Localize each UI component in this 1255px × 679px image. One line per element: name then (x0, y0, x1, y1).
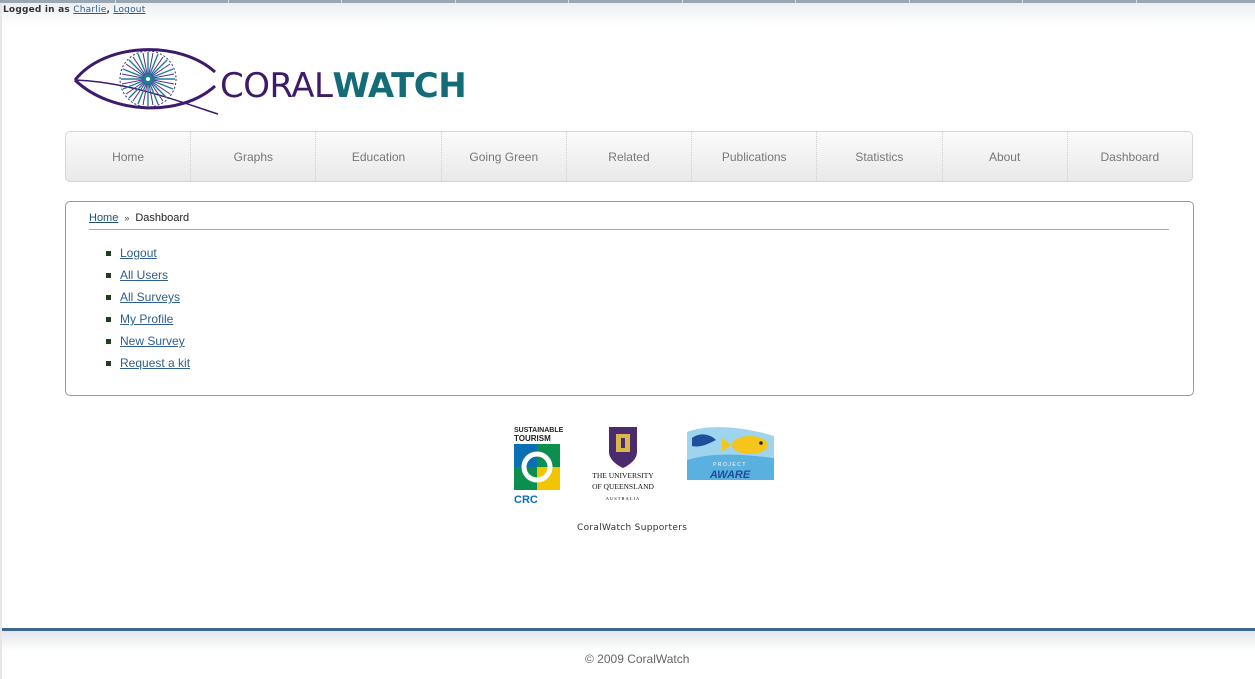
supporters-logos: SUSTAINABLE TOURISM CRC THE UNIVERSITY O… (512, 424, 782, 508)
user-link[interactable]: Charlie (73, 5, 106, 15)
supporter-logos-graphic: SUSTAINABLE TOURISM CRC THE UNIVERSITY O… (514, 427, 774, 506)
my-profile-link[interactable]: My Profile (120, 312, 173, 326)
logout-link[interactable]: Logout (113, 5, 145, 15)
uq-line1-text: THE UNIVERSITY (592, 471, 654, 480)
crc-logo[interactable]: SUSTAINABLE TOURISM CRC (514, 427, 564, 506)
brand-part1: CORAL (220, 66, 333, 106)
site-logo[interactable]: CORALWATCH (70, 42, 467, 118)
nav-item-going-green[interactable]: Going Green (440, 132, 566, 181)
list-item: All Surveys (106, 286, 190, 308)
all-surveys-link[interactable]: All Surveys (120, 290, 180, 304)
nav-item-publications[interactable]: Publications (691, 132, 816, 181)
breadcrumb-home-link[interactable]: Home (89, 212, 118, 224)
new-survey-link[interactable]: New Survey (120, 334, 185, 348)
list-item: New Survey (106, 330, 190, 352)
login-status: Logged in as Charlie, Logout (3, 5, 145, 15)
logout-dashboard-link[interactable]: Logout (120, 246, 157, 260)
list-item: My Profile (106, 308, 190, 330)
nav-item-dashboard[interactable]: Dashboard (1066, 132, 1192, 181)
main-nav: Home Graphs Education Going Green Relate… (65, 131, 1193, 182)
all-users-link[interactable]: All Users (120, 268, 168, 282)
login-comma: , (106, 5, 111, 15)
breadcrumb-divider (89, 229, 1169, 230)
bullet-icon (106, 338, 111, 344)
left-border (0, 3, 2, 679)
uq-logo[interactable]: THE UNIVERSITY OF QUEENSLAND AUSTRALIA (592, 427, 655, 501)
nav-item-home[interactable]: Home (66, 132, 190, 181)
aware-top-text: PROJECT (713, 462, 747, 468)
header-shade (0, 3, 1255, 27)
list-item: All Users (106, 264, 190, 286)
nav-item-graphs[interactable]: Graphs (190, 132, 315, 181)
bullet-icon (106, 250, 111, 256)
dashboard-links: Logout All Users All Surveys My Profile … (106, 242, 190, 374)
project-aware-logo[interactable]: PROJECT AWARE (687, 427, 774, 481)
footer-shade (2, 631, 1255, 651)
bullet-icon (106, 272, 111, 278)
nav-item-education[interactable]: Education (315, 132, 440, 181)
uq-line3-text: AUSTRALIA (606, 496, 641, 501)
bullet-icon (106, 360, 111, 366)
coral-eye-icon (73, 48, 219, 115)
dashboard-panel: Home » Dashboard Logout All Users All Surv… (65, 201, 1194, 396)
list-item: Request a kit (106, 352, 190, 374)
breadcrumb-separator: » (124, 213, 130, 223)
brand-wordmark: CORALWATCH (220, 66, 467, 106)
request-kit-link[interactable]: Request a kit (120, 356, 190, 370)
supporters-caption: CoralWatch Supporters (577, 523, 688, 533)
breadcrumb: Home » Dashboard (89, 212, 189, 224)
bullet-icon (106, 316, 111, 322)
crc-bottom-text: CRC (514, 494, 538, 506)
aware-bottom-text: AWARE (709, 469, 751, 481)
bullet-icon (106, 294, 111, 300)
login-prefix: Logged in as (3, 5, 70, 15)
nav-item-about[interactable]: About (941, 132, 1067, 181)
breadcrumb-current: Dashboard (135, 212, 190, 224)
nav-item-related[interactable]: Related (565, 132, 691, 181)
list-item: Logout (106, 242, 190, 264)
brand-part2: WATCH (332, 66, 467, 106)
nav-item-statistics[interactable]: Statistics (816, 132, 941, 181)
uq-line2-text: OF QUEENSLAND (592, 482, 654, 491)
crc-top-text: SUSTAINABLE (514, 427, 564, 434)
crc-mid-text: TOURISM (514, 434, 551, 443)
copyright-text: © 2009 CoralWatch (585, 652, 690, 666)
